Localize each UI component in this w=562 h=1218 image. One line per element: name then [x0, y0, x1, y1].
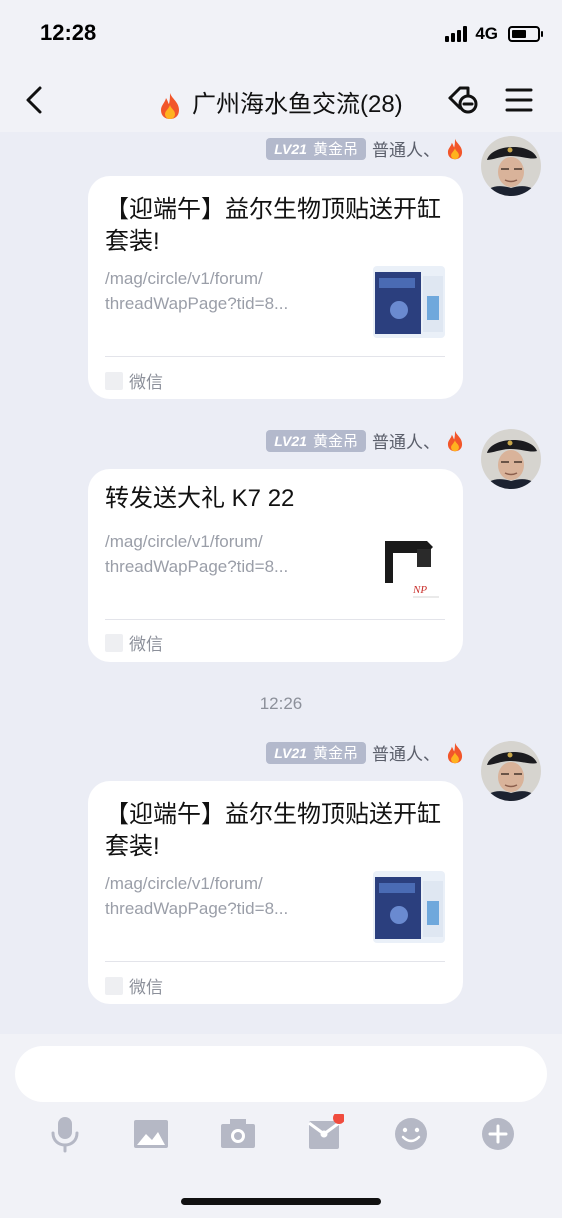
link-icon[interactable]: [444, 82, 482, 118]
camera-icon[interactable]: [218, 1114, 258, 1154]
plus-icon[interactable]: [478, 1114, 518, 1154]
card-thumbnail: NP: [373, 531, 445, 603]
card-url: /mag/circle/v1/forum/ threadWapPage?tid=…: [105, 269, 289, 313]
group-name: 广州海水鱼交流(28): [191, 91, 403, 118]
wechat-icon: [105, 371, 123, 390]
fire-icon: [447, 430, 463, 451]
nav-bar: 广州海水鱼交流(28): [0, 68, 562, 132]
message-input[interactable]: [15, 1046, 547, 1102]
sender-name[interactable]: 普通人、: [372, 136, 440, 161]
sender-name[interactable]: 普通人、: [372, 740, 440, 765]
card-title: 【迎端午】益尔生物顶贴送开缸套装!: [105, 801, 441, 860]
input-area: [0, 1034, 562, 1218]
link-card[interactable]: 转发送大礼 K7 22 /mag/circle/v1/forum/ thread…: [88, 469, 463, 662]
menu-icon[interactable]: [504, 84, 534, 116]
link-card[interactable]: 【迎端午】益尔生物顶贴送开缸套装! /mag/circle/v1/forum/ …: [88, 176, 463, 399]
status-bar: 12:28 4G: [0, 0, 562, 68]
divider: [105, 961, 445, 962]
image-icon[interactable]: [131, 1114, 171, 1154]
level-badge: LV21 黄金吊: [266, 137, 366, 160]
level-badge: LV21 黄金吊: [266, 741, 366, 764]
sender-info: LV21 黄金吊 普通人、: [266, 740, 464, 765]
level-badge: LV21 黄金吊: [266, 429, 366, 452]
network-type: 4G: [475, 24, 498, 43]
card-source: 微信: [105, 368, 163, 393]
card-url: /mag/circle/v1/forum/ threadWapPage?tid=…: [105, 874, 289, 918]
thumb-brand: NP: [412, 584, 427, 596]
fire-icon: [161, 92, 180, 119]
home-indicator: [181, 1198, 381, 1205]
card-title: 【迎端午】益尔生物顶贴送开缸套装!: [105, 196, 441, 255]
divider: [105, 619, 445, 620]
avatar[interactable]: [481, 741, 541, 801]
fire-icon: [447, 138, 463, 159]
fire-icon: [447, 742, 463, 763]
status-indicators: 4G: [445, 24, 543, 44]
card-thumbnail: [373, 266, 445, 338]
avatar[interactable]: [481, 429, 541, 489]
divider: [105, 356, 445, 357]
wechat-icon: [105, 633, 123, 652]
link-card[interactable]: 【迎端午】益尔生物顶贴送开缸套装! /mag/circle/v1/forum/ …: [88, 781, 463, 1004]
sender-info: LV21 黄金吊 普通人、: [266, 136, 464, 161]
status-time: 12:28: [40, 20, 97, 45]
card-source: 微信: [105, 973, 163, 998]
timestamp: 12:26: [259, 694, 303, 713]
card-url: /mag/circle/v1/forum/ threadWapPage?tid=…: [105, 532, 289, 576]
sender-info: LV21 黄金吊 普通人、: [266, 428, 464, 453]
wechat-icon: [105, 976, 123, 995]
card-thumbnail: [373, 871, 445, 943]
emoji-icon[interactable]: [391, 1114, 431, 1154]
battery-icon: [508, 26, 543, 42]
red-packet-icon[interactable]: [304, 1114, 344, 1154]
microphone-icon[interactable]: [45, 1114, 85, 1154]
card-title: 转发送大礼 K7 22: [105, 485, 295, 512]
card-source: 微信: [105, 630, 163, 655]
avatar[interactable]: [481, 136, 541, 196]
sender-name[interactable]: 普通人、: [372, 428, 440, 453]
signal-icon: [445, 26, 468, 42]
